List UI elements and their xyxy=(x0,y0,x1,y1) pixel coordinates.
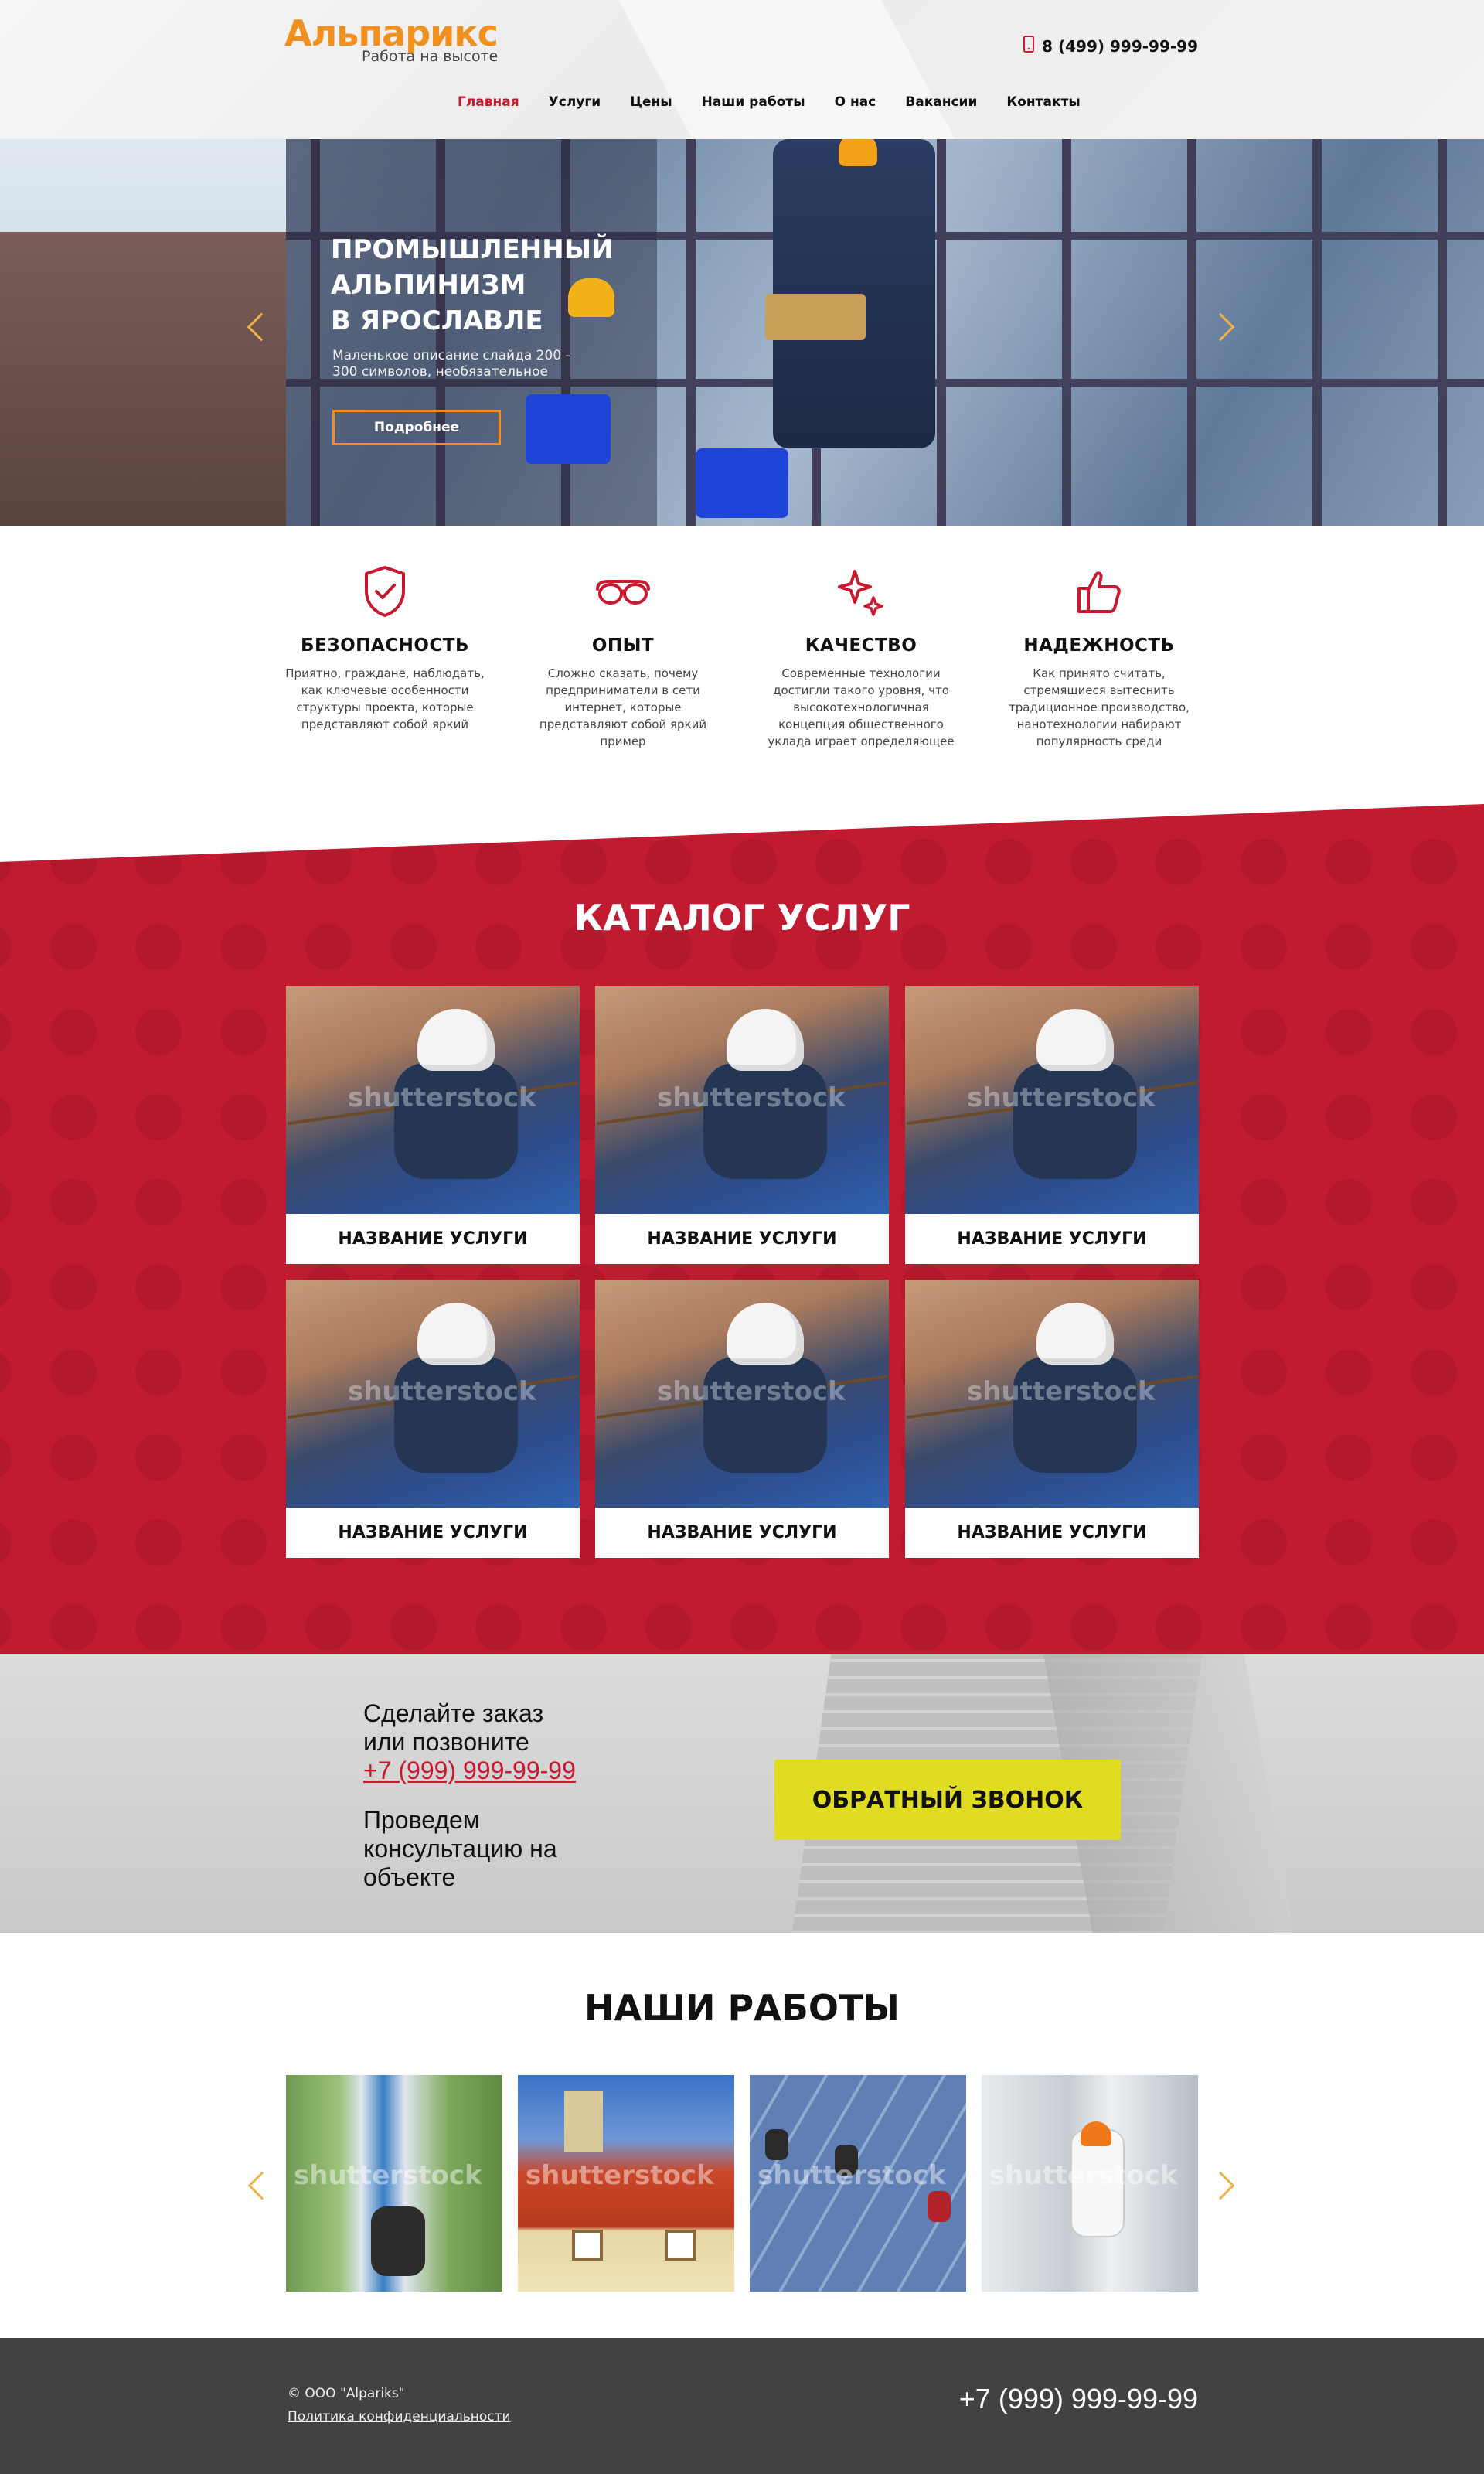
nav-item-contacts[interactable]: Контакты xyxy=(1006,94,1080,110)
mobile-phone-icon xyxy=(1023,36,1035,56)
service-title: НАЗВАНИЕ УСЛУГИ xyxy=(647,1229,837,1249)
thumbs-up-icon xyxy=(999,557,1200,626)
feature-text: Современные технологии достигли такого у… xyxy=(768,666,955,748)
service-card[interactable]: shutterstock НАЗВАНИЕ УСЛУГИ xyxy=(905,986,1199,1264)
feature-experience: ОПЫТ Сложно сказать, почему предпринимат… xyxy=(522,557,723,789)
nav-item-works[interactable]: Наши работы xyxy=(702,94,805,110)
feature-title: КАЧЕСТВО xyxy=(805,636,917,656)
callback-section: Сделайте заказ или позвоните +7 (999) 99… xyxy=(0,1654,1484,1933)
header-phone[interactable]: 8 (499) 999-99-99 xyxy=(1023,36,1198,56)
works-next-arrow[interactable] xyxy=(1206,2171,1235,2200)
nav-item-prices[interactable]: Цены xyxy=(630,94,672,110)
service-card[interactable]: shutterstock НАЗВАНИЕ УСЛУГИ xyxy=(286,986,580,1264)
work-photo[interactable]: shutterstock xyxy=(750,2075,966,2292)
service-image: shutterstock xyxy=(905,986,1199,1214)
hero-slider: ПРОМЫШЛЕННЫЙ АЛЬПИНИЗМ В ЯРОСЛАВЛЕ Мален… xyxy=(0,139,1484,526)
hero-title-line-1: ПРОМЫШЛЕННЫЙ xyxy=(331,234,614,265)
hero-climber-helmet xyxy=(839,139,877,166)
service-title: НАЗВАНИЕ УСЛУГИ xyxy=(957,1229,1147,1249)
callback-line-2: или позвоните xyxy=(363,1728,529,1756)
hero-bucket-2 xyxy=(526,394,611,464)
nav-item-vacancies[interactable]: Вакансии xyxy=(905,94,977,110)
nav-item-about[interactable]: О нас xyxy=(835,94,876,110)
hero-title-line-3: В ЯРОСЛАВЛЕ xyxy=(331,305,543,336)
works-prev-arrow[interactable] xyxy=(247,2171,277,2200)
nav-item-home[interactable]: Главная xyxy=(458,94,519,110)
nav-item-services[interactable]: Услуги xyxy=(549,94,601,110)
header-phone-number: 8 (499) 999-99-99 xyxy=(1042,36,1198,56)
hero-climber-seat xyxy=(765,294,866,340)
work-photo[interactable]: shutterstock xyxy=(982,2075,1198,2292)
service-card[interactable]: shutterstock НАЗВАНИЕ УСЛУГИ xyxy=(595,986,889,1264)
logo-name: Альпарикс xyxy=(284,12,499,54)
footer-phone[interactable]: +7 (999) 999-99-99 xyxy=(959,2383,1198,2415)
callback-line-5: объекте xyxy=(363,1863,456,1891)
site-footer: © ООО "Alpariks" Политика конфиденциальн… xyxy=(0,2338,1484,2474)
callback-button[interactable]: ОБРАТНЫЙ ЗВОНОК xyxy=(774,1760,1121,1840)
service-image: shutterstock xyxy=(595,986,889,1214)
watermark-text: shutterstock xyxy=(989,2160,1178,2191)
hero-description: Маленькое описание слайда 200 - 300 симв… xyxy=(332,348,570,380)
service-card[interactable]: shutterstock НАЗВАНИЕ УСЛУГИ xyxy=(595,1280,889,1558)
hero-title: ПРОМЫШЛЕННЫЙ АЛЬПИНИЗМ В ЯРОСЛАВЛЕ xyxy=(331,232,655,339)
feature-text: Сложно сказать, почему предприниматели в… xyxy=(539,666,707,748)
catalog-title: КАТАЛОГ УСЛУГ xyxy=(574,897,910,939)
callback-consult-text: Проведем консультацию на объекте xyxy=(363,1806,626,1892)
callback-line-1: Сделайте заказ xyxy=(363,1699,544,1727)
feature-safety: БЕЗОПАСНОСТЬ Приятно, граждане, наблюдат… xyxy=(284,557,485,789)
callback-line-3: Проведем xyxy=(363,1806,480,1834)
service-title: НАЗВАНИЕ УСЛУГИ xyxy=(647,1523,837,1542)
service-image: shutterstock xyxy=(905,1280,1199,1508)
logo-tagline: Работа на высоте xyxy=(362,48,499,65)
service-image: shutterstock xyxy=(286,986,580,1214)
feature-text: Приятно, граждане, наблюдать, как ключев… xyxy=(285,666,485,731)
footer-copyright: © ООО "Alpariks" xyxy=(288,2386,405,2401)
hero-more-button[interactable]: Подробнее xyxy=(332,410,501,445)
works-title: НАШИ РАБОТЫ xyxy=(584,1987,900,2029)
service-title: НАЗВАНИЕ УСЛУГИ xyxy=(338,1229,528,1249)
watermark-text: shutterstock xyxy=(526,2160,714,2191)
service-image: shutterstock xyxy=(595,1280,889,1508)
header-decor xyxy=(582,0,1041,139)
service-image: shutterstock xyxy=(286,1280,580,1508)
feature-title: ОПЫТ xyxy=(591,636,655,656)
work-photo[interactable]: shutterstock xyxy=(518,2075,734,2292)
feature-title: НАДЕЖНОСТЬ xyxy=(1023,636,1175,656)
footer-privacy-link[interactable]: Политика конфиденциальности xyxy=(288,2409,511,2425)
hero-brick-wall xyxy=(0,232,286,526)
feature-reliability: НАДЕЖНОСТЬ Как принято считать, стремящи… xyxy=(999,557,1200,789)
catalog-section: КАТАЛОГ УСЛУГ shutterstock НАЗВАНИЕ УСЛУ… xyxy=(0,804,1484,1670)
callback-phone-link[interactable]: +7 (999) 999-99-99 xyxy=(363,1757,626,1785)
hero-title-line-2: АЛЬПИНИЗМ xyxy=(331,270,526,301)
logo[interactable]: Альпарикс Работа на высоте xyxy=(284,12,499,65)
feature-quality: КАЧЕСТВО Современные технологии достигли… xyxy=(761,557,962,789)
feature-text: Как принято считать, стремящиеся вытесни… xyxy=(1009,666,1190,748)
features-row: БЕЗОПАСНОСТЬ Приятно, граждане, наблюдат… xyxy=(284,557,1200,789)
watermark-text: shutterstock xyxy=(757,2160,946,2191)
service-title: НАЗВАНИЕ УСЛУГИ xyxy=(957,1523,1147,1542)
feature-title: БЕЗОПАСНОСТЬ xyxy=(301,636,469,656)
service-card[interactable]: shutterstock НАЗВАНИЕ УСЛУГИ xyxy=(905,1280,1199,1558)
hero-bucket xyxy=(696,448,788,518)
service-title: НАЗВАНИЕ УСЛУГИ xyxy=(338,1523,528,1542)
glasses-icon xyxy=(522,557,723,626)
watermark-text: shutterstock xyxy=(294,2160,482,2191)
work-photo[interactable]: shutterstock xyxy=(286,2075,502,2292)
callback-line-4: консультацию на xyxy=(363,1835,557,1862)
site-header: Альпарикс Работа на высоте 8 (499) 999-9… xyxy=(0,0,1484,139)
sparkle-icon xyxy=(761,557,962,626)
shield-check-icon xyxy=(284,557,485,626)
callback-order-text: Сделайте заказ или позвоните +7 (999) 99… xyxy=(363,1699,626,1785)
service-card[interactable]: shutterstock НАЗВАНИЕ УСЛУГИ xyxy=(286,1280,580,1558)
main-nav: Главная Услуги Цены Наши работы О нас Ва… xyxy=(458,94,1110,110)
